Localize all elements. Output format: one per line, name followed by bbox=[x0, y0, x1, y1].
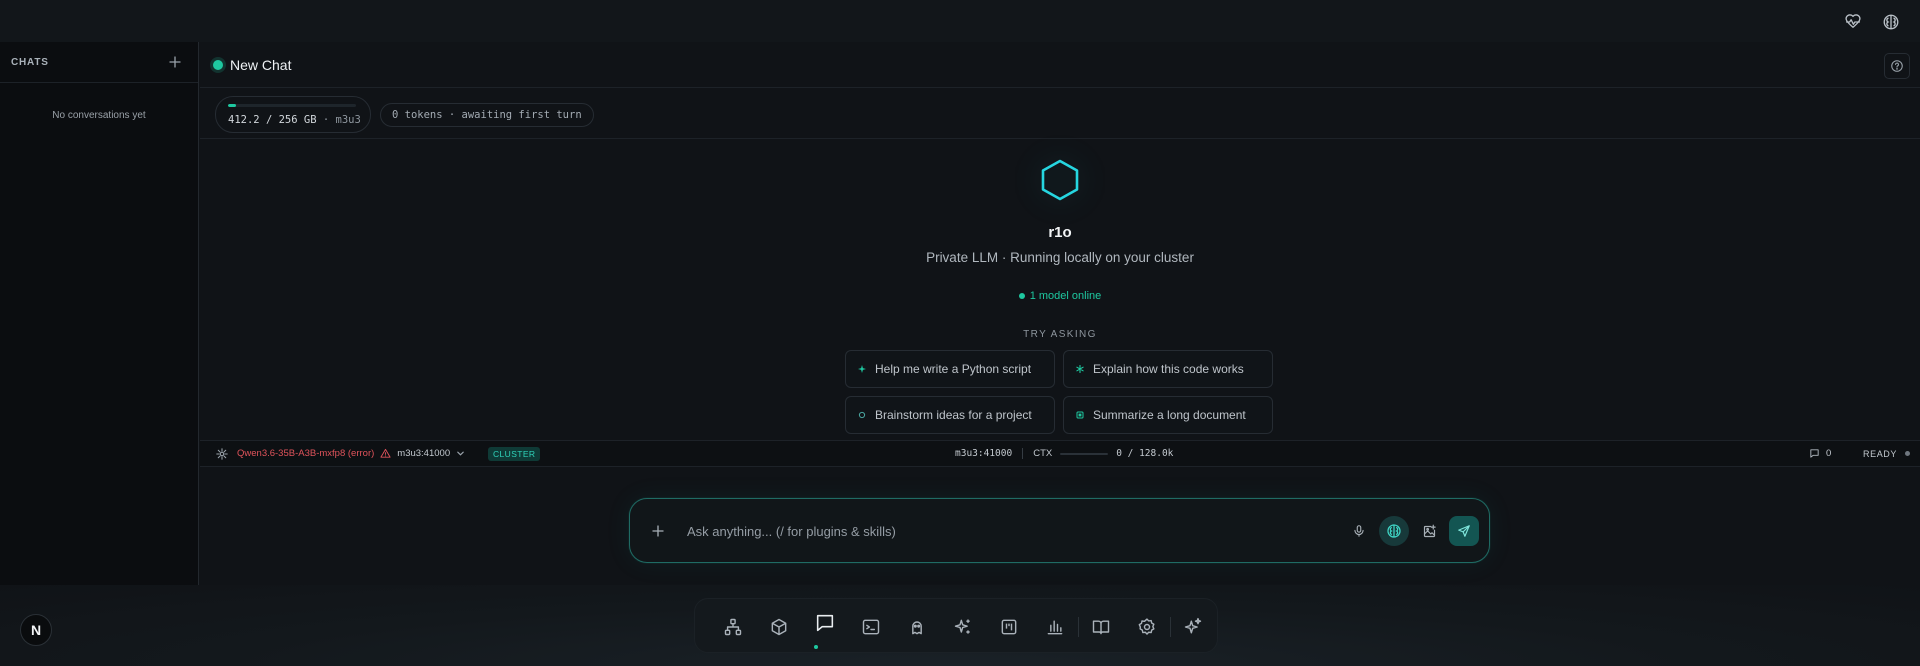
microphone-icon bbox=[1354, 525, 1364, 537]
memory-used: 412.2 bbox=[228, 114, 260, 126]
memory-usage-pill[interactable]: 412.2 / 256 GB · m3u3 bbox=[215, 96, 371, 133]
message-icon bbox=[1809, 448, 1820, 459]
chat-sidebar: CHATS No conversations yet bbox=[0, 42, 199, 585]
model-status-bar: Qwen3.6-35B-A3B-mxfp8 (error) m3u3:41000… bbox=[200, 440, 1920, 467]
dock-docs-book-icon[interactable] bbox=[1090, 616, 1112, 638]
model-online-dot bbox=[1018, 293, 1025, 299]
app-tagline: Private LLM · Running locally on your cl… bbox=[926, 250, 1194, 265]
user-avatar[interactable]: N bbox=[20, 614, 52, 646]
suggestion-summarize[interactable]: Summarize a long document bbox=[1063, 396, 1273, 434]
model-status-text: 1 model online bbox=[1029, 290, 1102, 302]
cluster-badge: CLUSTER bbox=[488, 446, 541, 461]
welcome-panel: r1o Private LLM · Running locally on you… bbox=[200, 140, 1920, 482]
sidebar-header: CHATS bbox=[0, 42, 198, 83]
cluster-badge-wrap: CLUSTER bbox=[488, 441, 541, 466]
square-icon bbox=[1076, 411, 1084, 419]
context-usage-bar bbox=[1060, 452, 1109, 455]
suggestion-label: Brainstorm ideas for a project bbox=[875, 408, 1032, 422]
dock-divider bbox=[1078, 617, 1079, 637]
memory-usage-text: 412.2 / 256 GB · m3u3 bbox=[228, 114, 361, 126]
app-dock bbox=[694, 598, 1218, 653]
sidebar-title: CHATS bbox=[11, 56, 49, 68]
dock-cluster-icon[interactable] bbox=[722, 616, 744, 638]
model-error-text: Qwen3.6-35B-A3B-mxfp8 (error) bbox=[237, 448, 375, 459]
message-count-value: 0 bbox=[1826, 448, 1832, 459]
memory-usage-bar bbox=[228, 104, 356, 107]
dock-kanban-icon[interactable] bbox=[998, 616, 1020, 638]
circle-icon bbox=[858, 411, 866, 419]
message-input[interactable] bbox=[687, 516, 1307, 546]
hexagon-logo-icon bbox=[1037, 157, 1083, 203]
chat-main: New Chat 412.2 / 256 GB · m3u3 0 tokens … bbox=[200, 42, 1920, 585]
suggestion-label: Help me write a Python script bbox=[875, 362, 1032, 376]
reasoning-toggle-button[interactable] bbox=[1379, 516, 1409, 546]
suggestion-brainstorm[interactable]: Brainstorm ideas for a project bbox=[845, 396, 1055, 434]
endpoint-text: m3u3:41000 bbox=[955, 448, 1013, 459]
ctx-value: 0 / 128.0k bbox=[1116, 448, 1174, 459]
ready-dot bbox=[1905, 451, 1911, 456]
dock-analytics-icon[interactable] bbox=[1044, 616, 1066, 638]
dock-active-indicator bbox=[814, 645, 818, 649]
memory-separator: / bbox=[265, 114, 273, 126]
image-upload-button[interactable] bbox=[1414, 516, 1444, 546]
message-count[interactable]: 0 bbox=[1809, 441, 1831, 466]
online-status-dot bbox=[213, 59, 223, 70]
sparkle-icon bbox=[858, 365, 866, 373]
no-conversations-text: No conversations yet bbox=[52, 110, 146, 121]
dock-agents-icon[interactable] bbox=[906, 616, 928, 638]
memory-host: m3u3 bbox=[335, 114, 361, 126]
chat-header: New Chat bbox=[200, 42, 1920, 88]
suggestion-explain-code[interactable]: Explain how this code works bbox=[1063, 350, 1273, 388]
help-circle-icon bbox=[1891, 60, 1903, 72]
dock-models-cube-icon[interactable] bbox=[768, 616, 790, 638]
suggestion-python-script[interactable]: Help me write a Python script bbox=[845, 350, 1055, 388]
ready-status: READY bbox=[1863, 441, 1911, 466]
new-chat-plus-icon[interactable] bbox=[168, 55, 182, 69]
token-count-pill: 0 tokens · awaiting first turn bbox=[380, 103, 594, 127]
top-bar bbox=[0, 0, 1920, 42]
suggestion-label: Explain how this code works bbox=[1093, 362, 1244, 376]
context-info: m3u3:41000 CTX 0 / 128.0k bbox=[955, 441, 1173, 466]
suggestion-label: Summarize a long document bbox=[1093, 408, 1246, 422]
bottom-dock: N bbox=[0, 585, 1920, 666]
stats-row: 412.2 / 256 GB · m3u3 0 tokens · awaitin… bbox=[200, 88, 1920, 139]
memory-usage-fill bbox=[228, 104, 236, 107]
brain-icon bbox=[1387, 524, 1401, 538]
chat-title: New Chat bbox=[230, 56, 292, 73]
asterisk-icon bbox=[1076, 365, 1084, 373]
chevron-down-icon bbox=[456, 449, 465, 458]
ctx-label: CTX bbox=[1033, 448, 1053, 459]
model-selector[interactable]: Qwen3.6-35B-A3B-mxfp8 (error) m3u3:41000 bbox=[215, 441, 465, 466]
heart-pulse-icon[interactable] bbox=[1844, 13, 1862, 31]
model-host: m3u3:41000 bbox=[397, 448, 451, 459]
app-name: r1o bbox=[1048, 224, 1072, 241]
brain-icon[interactable] bbox=[1882, 13, 1900, 31]
dock-chat-icon[interactable] bbox=[814, 612, 836, 634]
dock-ai-sparkle-icon[interactable] bbox=[1182, 616, 1204, 638]
microphone-button[interactable] bbox=[1344, 516, 1374, 546]
dock-settings-gear-icon[interactable] bbox=[1136, 616, 1158, 638]
attach-plus-icon[interactable] bbox=[651, 524, 665, 538]
send-button[interactable] bbox=[1449, 516, 1479, 546]
divider bbox=[1022, 448, 1024, 459]
warning-triangle-icon bbox=[380, 448, 391, 459]
dock-terminal-icon[interactable] bbox=[860, 616, 882, 638]
send-icon bbox=[1458, 525, 1470, 537]
message-composer bbox=[629, 498, 1490, 563]
model-network-icon bbox=[215, 447, 229, 461]
memory-total: 256 GB bbox=[278, 114, 317, 126]
ready-label: READY bbox=[1863, 448, 1898, 459]
dock-skills-sparkle-icon[interactable] bbox=[952, 616, 974, 638]
help-button[interactable] bbox=[1884, 53, 1910, 79]
model-status: 1 model online bbox=[200, 290, 1920, 302]
try-asking-label: TRY ASKING bbox=[1023, 329, 1097, 340]
dock-divider bbox=[1170, 617, 1171, 637]
image-plus-icon bbox=[1423, 524, 1436, 537]
